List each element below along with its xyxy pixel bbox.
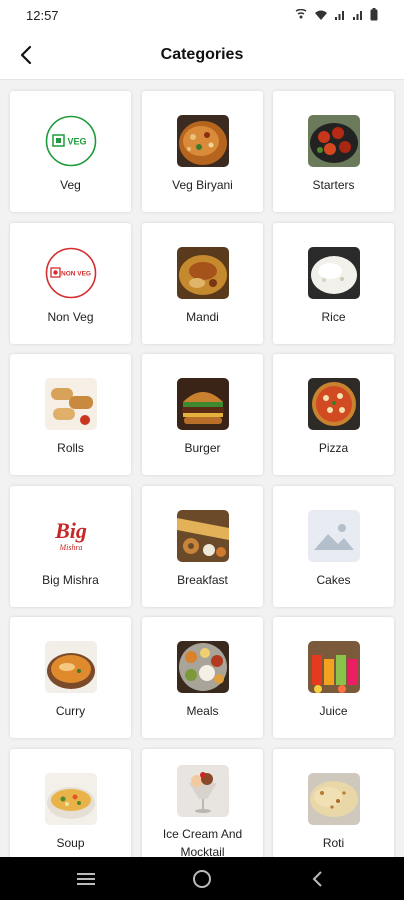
veg-badge-text: VEG [67, 137, 86, 147]
category-label: Veg [60, 178, 81, 192]
big-mishra-logo: Big Mishra [45, 510, 97, 562]
category-card-breakfast[interactable]: Breakfast [142, 486, 263, 607]
breakfast-photo [177, 510, 229, 562]
svg-text:Big: Big [54, 518, 87, 543]
roti-photo [308, 773, 360, 825]
category-label: Juice [319, 704, 348, 718]
category-label: Meals [186, 704, 219, 718]
category-label: Rolls [57, 441, 84, 455]
category-label: Non Veg [47, 310, 94, 324]
battery-icon [370, 8, 378, 21]
status-time: 12:57 [26, 8, 59, 23]
non-veg-badge-icon: NON VEG [45, 247, 97, 299]
app-bar: Categories [0, 30, 404, 80]
home-icon [193, 870, 211, 888]
category-card-roti[interactable]: Roti [273, 749, 394, 857]
category-card-cakes[interactable]: Cakes [273, 486, 394, 607]
home-button[interactable] [191, 868, 213, 890]
category-label: Breakfast [177, 573, 228, 587]
menu-icon [77, 873, 95, 885]
image-placeholder-icon [308, 510, 360, 562]
status-bar: 12:57 [0, 0, 404, 30]
recents-button[interactable] [75, 868, 97, 890]
category-card-veg-biryani[interactable]: Veg Biryani [142, 91, 263, 212]
category-card-meals[interactable]: Meals [142, 617, 263, 738]
signal-icon [353, 10, 362, 20]
category-label: Curry [55, 704, 86, 718]
page-title: Categories [160, 46, 244, 63]
starters-photo [308, 115, 360, 167]
back-icon [312, 871, 322, 887]
wifi-call-icon [295, 8, 307, 18]
category-card-curry[interactable]: Curry [10, 617, 131, 738]
category-label: Rice [321, 310, 346, 324]
category-label: Soup [56, 836, 85, 850]
mandi-photo [177, 247, 229, 299]
category-card-veg[interactable]: VEG Veg [10, 91, 131, 212]
category-label: Roti [322, 836, 345, 850]
category-card-starters[interactable]: Starters [273, 91, 394, 212]
category-card-mandi[interactable]: Mandi [142, 223, 263, 344]
pizza-photo [308, 378, 360, 430]
soup-photo [45, 773, 97, 825]
category-label: Cakes [316, 573, 351, 587]
rice-photo [308, 247, 360, 299]
nav-back-button[interactable] [307, 868, 329, 890]
category-card-rolls[interactable]: Rolls [10, 354, 131, 475]
category-card-rice[interactable]: Rice [273, 223, 394, 344]
category-card-juice[interactable]: Juice [273, 617, 394, 738]
wifi-icon [315, 10, 327, 20]
ice-cream-photo [177, 765, 229, 817]
veg-badge-icon: VEG [45, 115, 97, 167]
rolls-photo [45, 378, 97, 430]
category-card-non-veg[interactable]: NON VEG Non Veg [10, 223, 131, 344]
category-label: Burger [184, 441, 221, 455]
category-card-soup[interactable]: Soup [10, 749, 131, 857]
signal-icon [335, 10, 344, 20]
category-label: Mandi [186, 310, 219, 324]
curry-photo [45, 641, 97, 693]
category-label: Big Mishra [42, 573, 99, 587]
non-veg-badge-text: NON VEG [61, 271, 91, 278]
meals-photo [177, 641, 229, 693]
category-label: Pizza [318, 441, 349, 455]
system-nav-bar [0, 857, 404, 900]
burger-photo [177, 378, 229, 430]
juice-photo [308, 641, 360, 693]
svg-text:Mishra: Mishra [58, 543, 82, 552]
category-card-ice-cream-and-mocktail[interactable]: Ice Cream And Mocktail [142, 749, 263, 857]
category-label: Veg Biryani [172, 178, 233, 192]
category-grid: VEG Veg Veg Biryani Starters NON VEG Non… [0, 80, 404, 857]
category-label: Starters [312, 178, 355, 192]
category-card-big-mishra[interactable]: Big Mishra Big Mishra [10, 486, 131, 607]
category-card-burger[interactable]: Burger [142, 354, 263, 475]
category-label: Ice Cream And Mocktail [162, 827, 243, 857]
category-card-pizza[interactable]: Pizza [273, 354, 394, 475]
status-icons [294, 8, 378, 21]
biryani-photo [177, 115, 229, 167]
